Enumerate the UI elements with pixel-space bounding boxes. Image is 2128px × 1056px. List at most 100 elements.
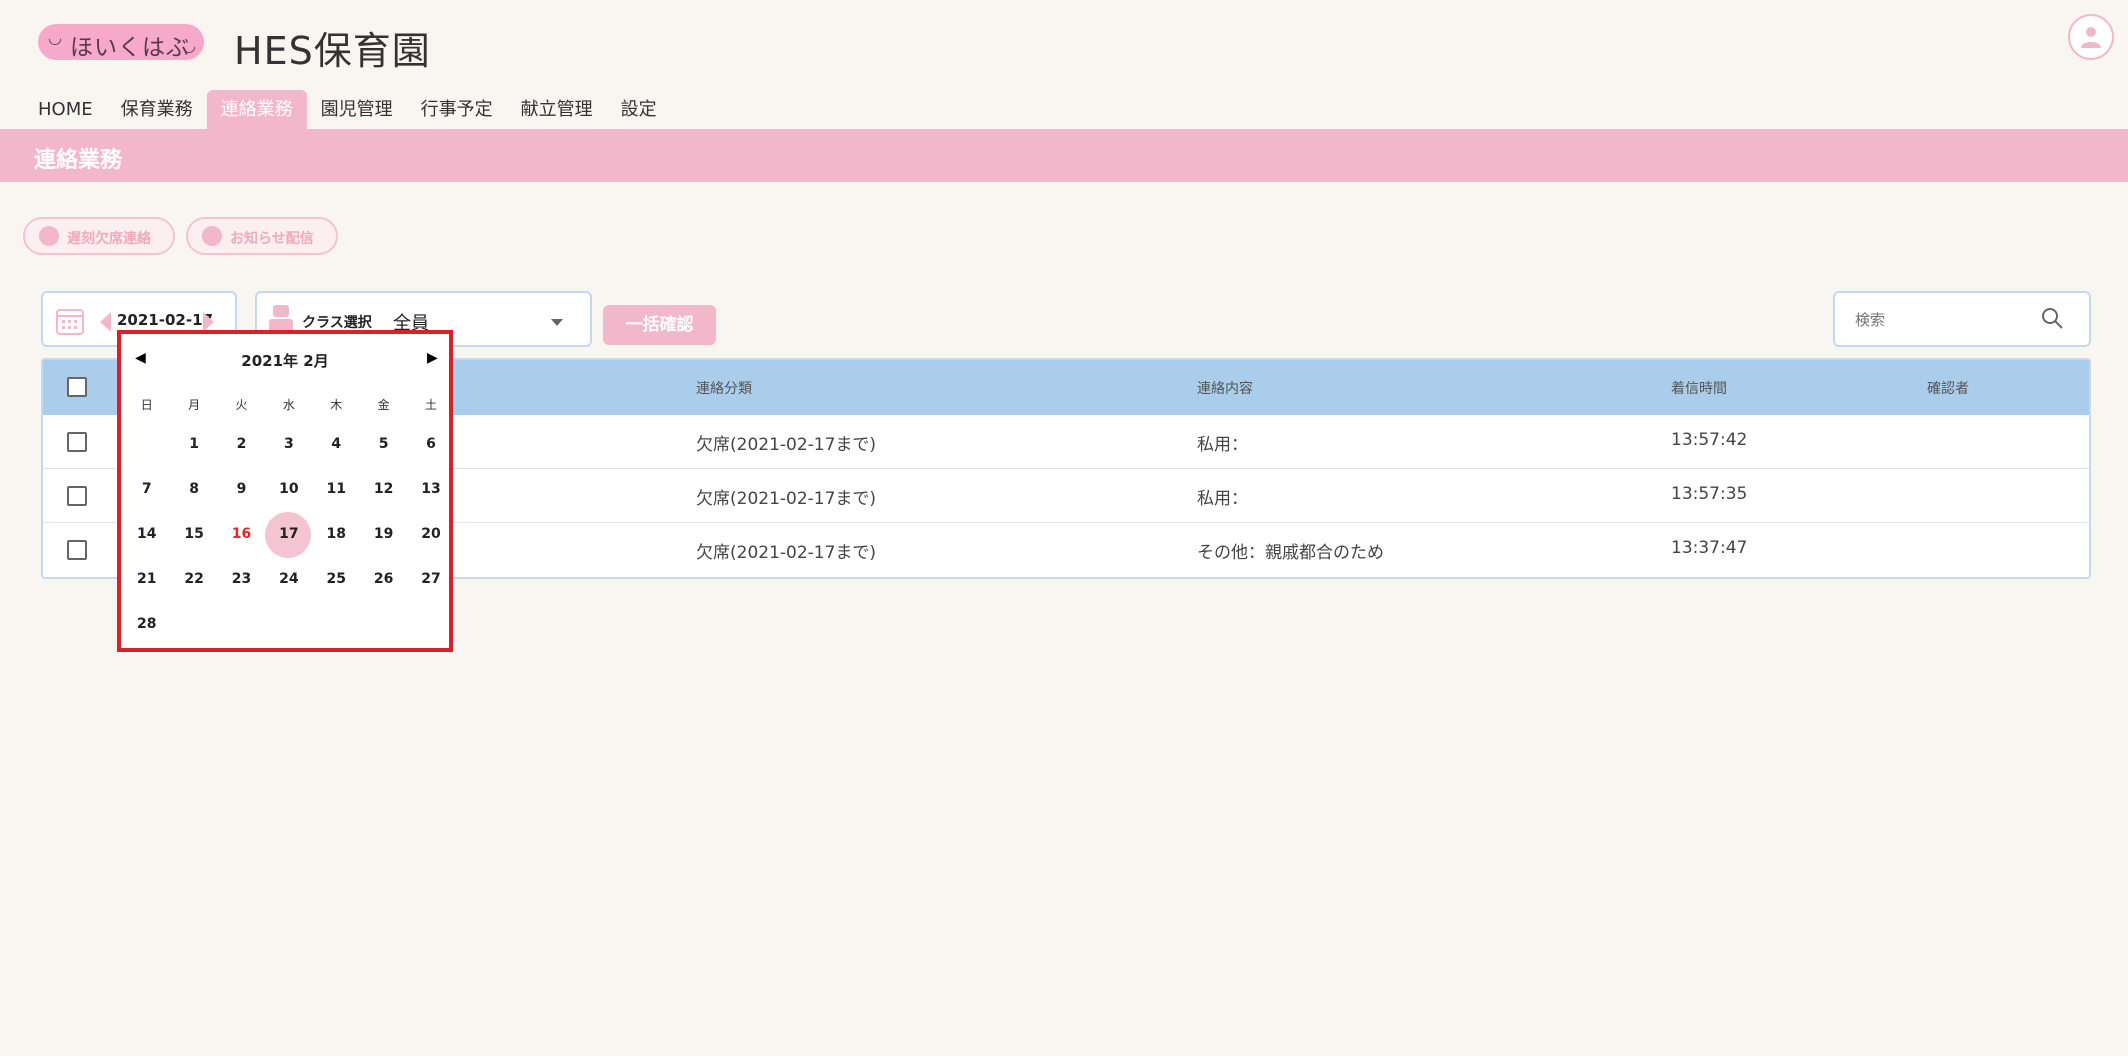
calendar-day-label: 12 xyxy=(373,481,394,497)
search-box xyxy=(1833,291,2091,347)
main-nav: HOME 保育業務 連絡業務 園児管理 行事予定 献立管理 設定 xyxy=(24,90,671,130)
calendar-day-label: 18 xyxy=(326,526,346,542)
next-month-icon[interactable]: ▶ xyxy=(427,350,438,366)
selected-date[interactable]: 2021-02-17 xyxy=(117,311,213,329)
absence-contact-label: 遅刻欠席連絡 xyxy=(67,231,151,247)
calendar-day-label: 17 xyxy=(279,526,299,542)
row-time: 13:57:42 xyxy=(1671,430,1748,450)
calendar-day[interactable]: 23 xyxy=(218,557,265,602)
calendar-day[interactable]: 5 xyxy=(360,422,407,467)
select-all-checkbox[interactable] xyxy=(67,377,87,397)
calendar-day[interactable]: 24 xyxy=(265,557,312,602)
calendar-day-label: 25 xyxy=(326,571,346,587)
calendar-day[interactable]: 14 xyxy=(123,512,170,557)
calendar-day[interactable]: 16 xyxy=(218,512,265,557)
calendar-day[interactable]: 6 xyxy=(407,422,454,467)
nav-item-home[interactable]: HOME xyxy=(24,90,107,130)
calendar-day[interactable]: 28 xyxy=(123,602,170,647)
calendar-day[interactable]: 10 xyxy=(265,467,312,512)
nav-item-childcare[interactable]: 保育業務 xyxy=(107,90,207,130)
nav-item-children[interactable]: 園児管理 xyxy=(307,90,407,130)
calendar-day-label: 27 xyxy=(421,571,441,587)
calendar-day[interactable]: 25 xyxy=(313,557,360,602)
next-date-arrow-icon[interactable] xyxy=(203,312,214,332)
calendar-day-label: 19 xyxy=(373,526,394,542)
prev-date-arrow-icon[interactable] xyxy=(100,312,111,332)
row-checkbox[interactable] xyxy=(67,432,87,452)
user-icon xyxy=(2081,27,2101,48)
calendar-day[interactable]: 12 xyxy=(360,467,407,512)
header-category: 連絡分類 xyxy=(696,381,752,397)
calendar-day[interactable]: 19 xyxy=(360,512,407,557)
calendar-weekday: 日 xyxy=(140,398,153,412)
calendar-day[interactable]: 17 xyxy=(265,512,312,558)
calendar-weekday: 水 xyxy=(282,398,295,412)
calendar-day-label: 1 xyxy=(189,436,199,452)
calendar-day-label: 23 xyxy=(231,571,252,587)
calendar-day-label: 21 xyxy=(136,571,157,587)
calendar-day-label: 20 xyxy=(421,526,441,542)
calendar-day-label: 26 xyxy=(373,571,394,587)
bulk-confirm-button[interactable]: 一括確認 xyxy=(603,305,716,345)
notice-send-button[interactable]: お知らせ配信 xyxy=(186,217,338,255)
calendar-day[interactable]: 15 xyxy=(170,512,217,557)
calendar-day[interactable]: 1 xyxy=(170,422,217,467)
calendar-grid: 日月火水木金土 1 2 3 4 5 6 7 8 9 10 11 12 13 14 15 16 17 18 19 20 21… xyxy=(123,388,455,647)
app-title: HES保育園 xyxy=(234,29,431,73)
calendar-day[interactable]: 13 xyxy=(407,467,454,512)
calendar-day-label: 24 xyxy=(279,571,299,587)
row-content: 私用： xyxy=(1197,489,1248,509)
user-account-button[interactable] xyxy=(2068,14,2114,60)
smile-icon: ◡ xyxy=(182,36,196,55)
smile-icon: ◡ xyxy=(48,28,62,47)
row-checkbox[interactable] xyxy=(67,540,87,560)
calendar-month-title: 2021年 2月 xyxy=(241,352,329,370)
calendar-day[interactable]: 7 xyxy=(123,467,170,512)
calendar-blank xyxy=(123,422,170,467)
row-category: 欠席(2021-02-17まで) xyxy=(696,489,877,509)
calendar-day[interactable]: 4 xyxy=(313,422,360,467)
logo-text: ほいくはぶ xyxy=(70,35,190,61)
calendar-day[interactable]: 21 xyxy=(123,557,170,602)
nav-item-contact[interactable]: 連絡業務 xyxy=(206,90,307,130)
calendar-day-label: 4 xyxy=(331,436,342,452)
row-content: その他：親戚都合のため xyxy=(1197,543,1384,563)
calendar-day[interactable]: 3 xyxy=(265,422,312,467)
app-logo[interactable]: ◡ ほいくはぶ ◡ xyxy=(38,22,208,62)
nav-item-settings[interactable]: 設定 xyxy=(607,90,671,130)
calendar-icon[interactable] xyxy=(55,306,85,336)
header-time: 着信時間 xyxy=(1671,381,1727,397)
calendar-day[interactable]: 9 xyxy=(218,467,265,512)
header-content: 連絡内容 xyxy=(1197,381,1253,397)
calendar-popup: ◀ 2021年 2月 ▶ 日月火水木金土 1 2 3 4 5 6 7 8 9 10 11 12 13 14 1… xyxy=(117,330,453,652)
calendar-weekday: 土 xyxy=(425,398,438,412)
calendar-day-label: 9 xyxy=(236,481,247,497)
calendar-day[interactable]: 20 xyxy=(407,512,454,557)
calendar-day[interactable]: 18 xyxy=(313,512,360,557)
notice-send-label: お知らせ配信 xyxy=(230,231,314,247)
calendar-day[interactable]: 8 xyxy=(170,467,217,512)
header-confirmer: 確認者 xyxy=(1927,381,1969,397)
row-checkbox[interactable] xyxy=(67,486,87,506)
nav-item-menu[interactable]: 献立管理 xyxy=(507,90,607,130)
row-content: 私用： xyxy=(1197,435,1248,455)
calendar-day[interactable]: 27 xyxy=(407,557,454,602)
calendar-day-label: 11 xyxy=(326,481,346,497)
calendar-weekday: 金 xyxy=(377,398,390,412)
calendar-day[interactable]: 22 xyxy=(170,557,217,602)
search-input[interactable] xyxy=(1855,309,2025,331)
page-banner: 連絡業務 xyxy=(0,129,2128,182)
absence-contact-button[interactable]: 遅刻欠席連絡 xyxy=(23,217,175,255)
calendar-day-label: 15 xyxy=(184,526,204,542)
calendar-day[interactable]: 2 xyxy=(218,422,265,467)
nav-item-events[interactable]: 行事予定 xyxy=(407,90,507,130)
search-icon[interactable] xyxy=(2041,307,2065,331)
row-time: 13:57:35 xyxy=(1671,484,1748,504)
calendar-day-label: 5 xyxy=(378,436,389,452)
calendar-day-label: 13 xyxy=(421,481,441,497)
row-time: 13:37:47 xyxy=(1671,538,1748,558)
calendar-day-label: 3 xyxy=(283,436,294,452)
calendar-day-label: 8 xyxy=(189,481,199,497)
calendar-day[interactable]: 11 xyxy=(313,467,360,512)
calendar-day[interactable]: 26 xyxy=(360,557,407,602)
